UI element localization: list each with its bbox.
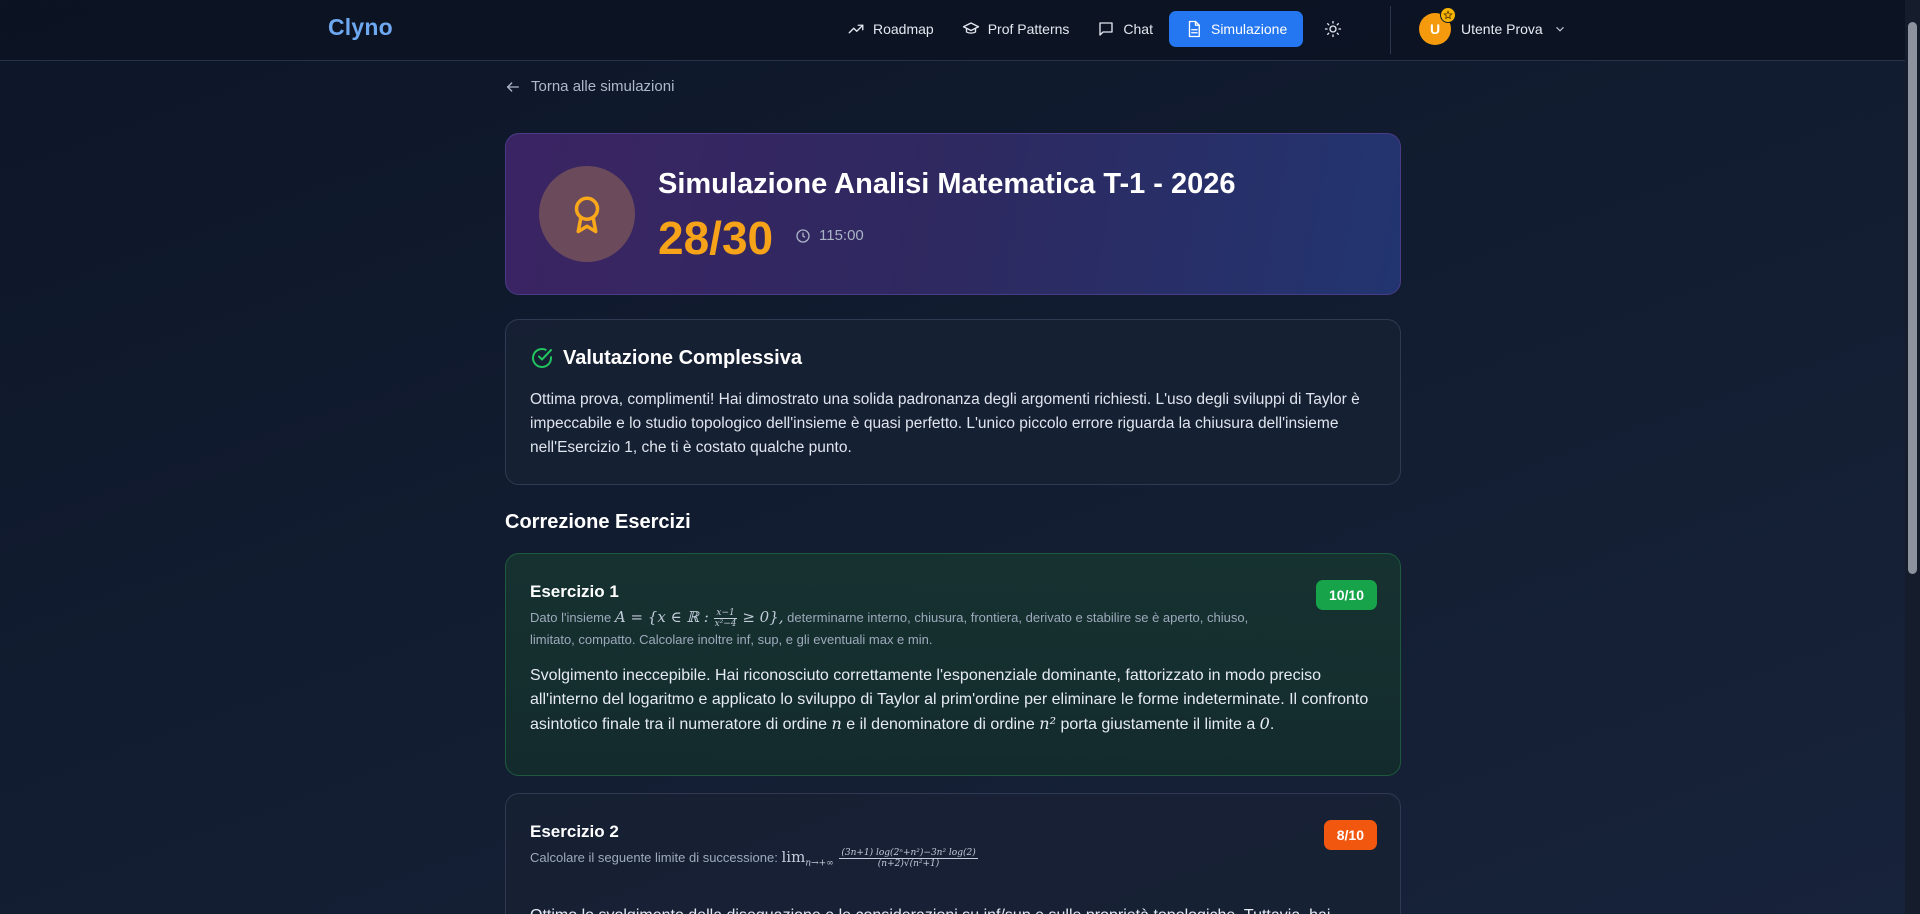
exercise-feedback: Ottimo lo svolgimento della disequazione… <box>530 904 1390 914</box>
exercise-prompt: Calcolare il seguente limite di successi… <box>530 846 1270 875</box>
chat-bubble-icon <box>1099 22 1114 36</box>
clock-icon <box>796 228 810 243</box>
check-circle-icon <box>532 348 552 368</box>
star-badge-icon <box>1440 7 1456 23</box>
theme-toggle-button[interactable] <box>1315 11 1351 47</box>
back-link-label: Torna alle simulazioni <box>531 78 675 95</box>
overall-evaluation-card: Valutazione Complessiva Ottima prova, co… <box>505 319 1401 485</box>
overall-evaluation-title: Valutazione Complessiva <box>563 346 802 369</box>
exercise-title: Esercizio 2 <box>530 822 619 841</box>
award-badge <box>539 166 635 262</box>
exercise-card: Esercizio 1 10/10 Dato l'insieme A = {x … <box>505 553 1401 776</box>
exercise-prompt: Dato l'insieme A = {x ∈ ℝ : x−1 x²−4 ≥ 0… <box>530 606 1270 651</box>
nav-chat-label: Chat <box>1123 21 1153 37</box>
nav-divider <box>1390 6 1391 54</box>
total-score: 28/30 <box>658 212 774 264</box>
prompt-math-tail: ≥ 0}, <box>742 608 784 626</box>
nav-chat[interactable]: Chat <box>1085 11 1165 47</box>
back-to-simulations-link[interactable]: Torna alle simulazioni <box>505 78 674 95</box>
simulation-result-header: Simulazione Analisi Matematica T-1 - 202… <box>505 133 1401 295</box>
feedback-math: 0 <box>1259 714 1270 733</box>
user-name: Utente Prova <box>1461 21 1543 37</box>
prompt-text: Dato l'insieme <box>530 610 612 625</box>
overall-evaluation-heading: Valutazione Complessiva <box>530 346 802 370</box>
prompt-fraction: (3n+1) log(2ⁿ+n²)−3n² log(2) (n+2)√(n²+1… <box>839 848 978 870</box>
nav-simulazione[interactable]: Simulazione <box>1168 11 1304 47</box>
exercise-score-badge: 8/10 <box>1323 820 1377 850</box>
chevron-down-icon <box>1555 26 1564 32</box>
sun-icon <box>1325 20 1342 38</box>
scrollbar-thumb[interactable] <box>1908 22 1917 574</box>
trending-up-icon <box>848 24 864 34</box>
fraction-numerator: (3n+1) log(2ⁿ+n²)−3n² log(2) <box>839 848 978 860</box>
feedback-math: n² <box>1039 714 1056 733</box>
document-icon <box>1188 20 1200 38</box>
prompt-math: lim <box>781 848 806 866</box>
elapsed-time-value: 115:00 <box>819 227 864 244</box>
exercise-card: Esercizio 2 8/10 Calcolare il seguente l… <box>505 793 1401 914</box>
avatar-initial: U <box>1429 21 1441 37</box>
user-menu[interactable]: U Utente Prova <box>1419 7 1567 45</box>
prompt-fraction: x−1 x²−4 <box>714 608 737 630</box>
feedback-text: . <box>1269 716 1275 733</box>
award-icon <box>574 196 600 234</box>
nav-prof-patterns-label: Prof Patterns <box>987 21 1070 37</box>
feedback-text: porta giustamente il limite a <box>1060 716 1256 733</box>
nav-roadmap[interactable]: Roadmap <box>835 11 946 47</box>
brand-logo[interactable]: Clyno <box>328 14 393 41</box>
graduation-cap-icon <box>962 22 979 34</box>
fraction-numerator: x−1 <box>714 608 737 620</box>
top-navigation: Clyno Roadmap Prof Patterns Chat Simulaz… <box>0 0 1905 61</box>
avatar: U <box>1419 7 1456 45</box>
exercise-corrections-title: Correzione Esercizi <box>505 511 691 533</box>
overall-evaluation-text: Ottima prova, complimenti! Hai dimostrat… <box>530 391 1360 456</box>
exercise-title: Esercizio 1 <box>530 582 619 601</box>
elapsed-time: 115:00 <box>795 227 864 244</box>
prompt-math: A = {x ∈ ℝ : <box>614 608 709 626</box>
exercise-score-badge: 10/10 <box>1315 580 1377 610</box>
exercise-feedback: Svolgimento ineccepibile. Hai riconosciu… <box>530 664 1390 737</box>
prompt-subscript: n→+∞ <box>805 858 834 869</box>
arrow-left-icon <box>507 81 519 92</box>
fraction-denominator: (n+2)√(n²+1) <box>877 859 940 870</box>
feedback-math: n <box>831 714 842 733</box>
simulation-title: Simulazione Analisi Matematica T-1 - 202… <box>658 168 1236 200</box>
main-nav: Roadmap Prof Patterns Chat Simulazione <box>835 11 1351 47</box>
page-scrollbar[interactable] <box>1905 0 1920 914</box>
nav-prof-patterns[interactable]: Prof Patterns <box>950 11 1082 47</box>
feedback-text: e il denominatore di ordine <box>846 716 1035 733</box>
prompt-text: Calcolare il seguente limite di successi… <box>530 850 778 865</box>
nav-simulazione-label: Simulazione <box>1210 21 1288 37</box>
nav-roadmap-label: Roadmap <box>873 21 934 37</box>
fraction-denominator: x²−4 <box>714 619 737 630</box>
